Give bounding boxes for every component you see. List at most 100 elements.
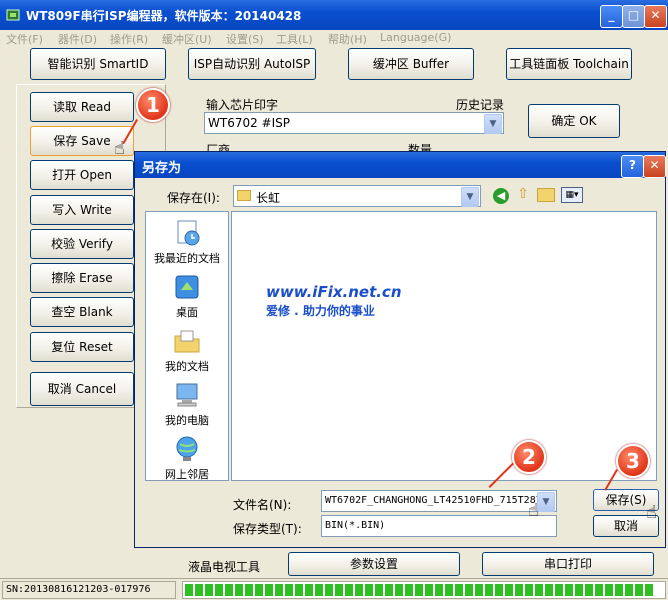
progress-segment <box>365 584 373 596</box>
minimize-button[interactable]: _ <box>600 5 623 28</box>
toolchain-button[interactable]: 工具链面板 Toolchain <box>506 48 632 80</box>
progress-segment <box>465 584 473 596</box>
progress-bar <box>182 581 666 599</box>
progress-segment <box>205 584 213 596</box>
callout-1: 1 <box>136 88 170 122</box>
network-icon <box>176 436 198 461</box>
erase-button[interactable]: 擦除 Erase <box>30 263 134 293</box>
autoisp-button[interactable]: ISP自动识别 AutoISP <box>188 48 316 80</box>
chip-input-combo[interactable]: WT6702 #ISP ▼ <box>204 112 504 134</box>
maximize-icon: □ <box>627 8 640 22</box>
chevron-down-icon[interactable]: ▼ <box>461 187 479 207</box>
menu-help[interactable]: 帮助(H) <box>328 31 367 47</box>
progress-segment <box>345 584 353 596</box>
places-bar: 我最近的文档 桌面 我的文档 我的电脑 网上邻居 <box>145 211 229 481</box>
progress-segment <box>525 584 533 596</box>
recent-documents-icon <box>177 220 200 246</box>
progress-segment <box>555 584 563 596</box>
filename-input[interactable]: WT6702F_CHANGHONG_LT42510FHD_715T2878 ▼ <box>321 490 557 512</box>
file-list[interactable]: www.iFix.net.cn 爱修 . 助力你的事业 <box>231 211 657 481</box>
cancel-main-button[interactable]: 取消 Cancel <box>30 372 134 406</box>
ok-button[interactable]: 确定 OK <box>528 104 620 138</box>
serial-print-button[interactable]: 串口打印 <box>482 552 654 576</box>
up-folder-icon[interactable]: ⇧ <box>515 186 531 204</box>
progress-segment <box>415 584 423 596</box>
progress-segment <box>395 584 403 596</box>
blank-button[interactable]: 查空 Blank <box>30 297 134 327</box>
buffer-button[interactable]: 缓冲区 Buffer <box>348 48 474 80</box>
progress-segment <box>645 584 653 596</box>
help-button[interactable]: ? <box>621 155 644 178</box>
progress-segment <box>335 584 343 596</box>
progress-segment <box>235 584 243 596</box>
my-computer-icon <box>176 383 198 407</box>
back-icon[interactable]: ◀ <box>493 188 509 204</box>
lcd-tools-label: 液晶电视工具 <box>188 560 261 574</box>
desktop-icon <box>175 275 199 299</box>
reset-button[interactable]: 复位 Reset <box>30 332 134 362</box>
smartid-button[interactable]: 智能识别 SmartID <box>30 48 166 80</box>
place-recent[interactable]: 我最近的文档 <box>146 218 228 266</box>
params-button[interactable]: 参数设置 <box>288 552 460 576</box>
place-recent-label: 我最近的文档 <box>154 252 220 265</box>
progress-segment <box>385 584 393 596</box>
progress-segment <box>405 584 413 596</box>
watermark-slogan: 爱修 . 助力你的事业 <box>266 304 375 318</box>
hand-cursor-icon: ☝ <box>528 500 539 521</box>
menu-file[interactable]: 文件(F) <box>6 31 43 47</box>
progress-segment <box>265 584 273 596</box>
place-documents-label: 我的文档 <box>165 360 209 373</box>
progress-segment <box>585 584 593 596</box>
menu-settings[interactable]: 设置(S) <box>226 31 264 47</box>
minimize-icon: _ <box>608 8 615 22</box>
progress-segment <box>255 584 263 596</box>
folder-icon <box>237 190 251 201</box>
menu-language[interactable]: Language(G) <box>380 31 451 44</box>
progress-segment <box>305 584 313 596</box>
menu-device[interactable]: 器件(D) <box>58 31 97 47</box>
menu-buffer[interactable]: 缓冲区(U) <box>162 31 212 47</box>
chevron-down-icon[interactable]: ▼ <box>484 114 502 134</box>
my-documents-icon <box>174 330 200 353</box>
progress-segment <box>535 584 543 596</box>
progress-segment <box>625 584 633 596</box>
save-in-combo[interactable]: 长虹 ▼ <box>233 185 481 207</box>
progress-segment <box>455 584 463 596</box>
place-documents[interactable]: 我的文档 <box>146 326 228 374</box>
progress-segment <box>285 584 293 596</box>
progress-segment <box>215 584 223 596</box>
verify-button[interactable]: 校验 Verify <box>30 229 134 259</box>
app-chip-icon <box>6 9 20 21</box>
save-in-label: 保存在(I): <box>167 191 220 205</box>
filetype-select[interactable]: BIN(*.BIN) <box>321 515 557 537</box>
menu-tools[interactable]: 工具(L) <box>276 31 313 47</box>
progress-segment <box>325 584 333 596</box>
progress-segment <box>635 584 643 596</box>
save-as-dialog: 另存为 ? ✕ 保存在(I): 长虹 ▼ ◀ ⇧ ▦▾ www.iFix.net… <box>134 151 666 548</box>
chevron-down-icon[interactable]: ▼ <box>537 492 555 512</box>
dialog-close-button[interactable]: ✕ <box>643 155 666 178</box>
progress-segment <box>575 584 583 596</box>
filename-value: WT6702F_CHANGHONG_LT42510FHD_715T2878 <box>325 495 537 506</box>
place-computer[interactable]: 我的电脑 <box>146 380 228 428</box>
progress-segment <box>605 584 613 596</box>
progress-segment <box>315 584 323 596</box>
view-menu-icon[interactable]: ▦▾ <box>561 187 583 203</box>
progress-segment <box>485 584 493 596</box>
read-button[interactable]: 读取 Read <box>30 92 134 122</box>
progress-segment <box>505 584 513 596</box>
progress-segment <box>545 584 553 596</box>
serial-number: SN:20130816121203-017976 <box>6 584 151 595</box>
place-desktop[interactable]: 桌面 <box>146 272 228 320</box>
new-folder-icon[interactable] <box>537 188 555 202</box>
place-network[interactable]: 网上邻居 <box>146 434 228 482</box>
progress-segment <box>425 584 433 596</box>
close-button[interactable]: ✕ <box>644 5 667 28</box>
write-button[interactable]: 写入 Write <box>30 195 134 225</box>
save-in-value: 长虹 <box>256 191 281 205</box>
watermark-url: www.iFix.net.cn <box>266 283 402 301</box>
open-button[interactable]: 打开 Open <box>30 160 134 190</box>
progress-segment <box>245 584 253 596</box>
menu-operate[interactable]: 操作(R) <box>110 31 148 47</box>
progress-segment <box>185 584 193 596</box>
